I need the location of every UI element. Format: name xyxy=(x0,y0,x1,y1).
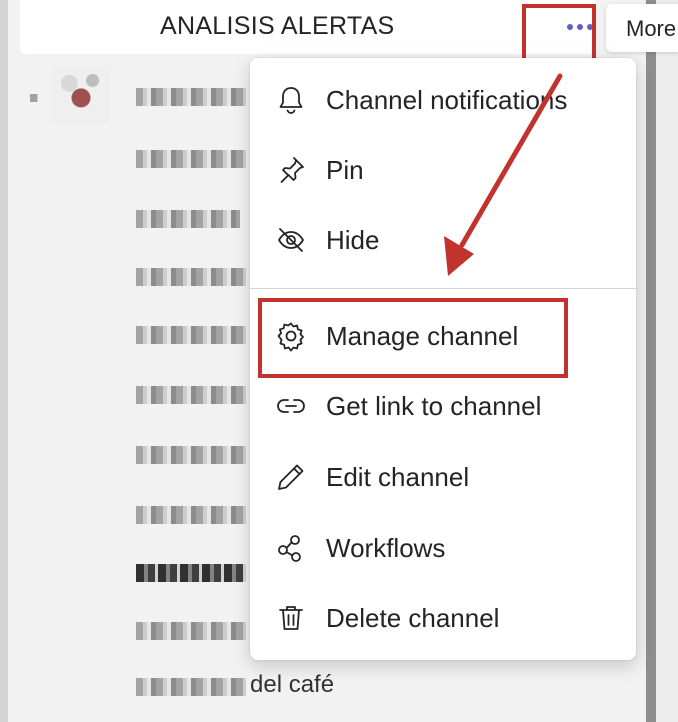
pin-icon xyxy=(274,153,308,187)
blurred-list-item[interactable] xyxy=(136,210,240,228)
blurred-list-item[interactable] xyxy=(136,150,246,168)
menu-item-label: Hide xyxy=(326,224,380,255)
menu-divider xyxy=(250,288,636,289)
channel-title[interactable]: ANALISIS ALERTAS xyxy=(160,12,395,41)
menu-item-label: Get link to channel xyxy=(326,390,542,421)
blurred-list-item[interactable] xyxy=(136,326,246,344)
eye-off-icon xyxy=(274,223,308,257)
menu-item-edit-channel[interactable]: Edit channel xyxy=(250,447,636,507)
menu-item-delete-channel[interactable]: Delete channel xyxy=(250,588,636,648)
trash-icon xyxy=(274,601,308,635)
blurred-list-item[interactable] xyxy=(136,88,246,106)
menu-item-workflows[interactable]: Workflows xyxy=(250,518,636,578)
blurred-list-item[interactable] xyxy=(136,622,246,640)
pane-divider[interactable] xyxy=(646,0,656,722)
menu-item-label: Channel notifications xyxy=(326,84,568,115)
menu-item-get-link[interactable]: Get link to channel xyxy=(250,376,636,436)
blurred-list-item-unread[interactable] xyxy=(136,564,246,582)
blurred-text xyxy=(30,94,38,102)
menu-item-label: Edit channel xyxy=(326,461,470,492)
blurred-list-item[interactable] xyxy=(136,506,246,524)
annotation-highlight-manage-channel xyxy=(258,298,568,378)
list-item-partial-text: del café xyxy=(250,671,335,698)
more-tooltip: More xyxy=(606,4,678,52)
link-icon xyxy=(274,389,308,423)
menu-item-hide[interactable]: Hide xyxy=(250,210,636,270)
menu-item-pin[interactable]: Pin xyxy=(250,140,636,200)
left-rail xyxy=(0,0,8,722)
bell-icon xyxy=(274,83,308,117)
menu-item-label: Delete channel xyxy=(326,602,500,633)
workflows-icon xyxy=(274,531,308,565)
menu-item-label: Workflows xyxy=(326,532,446,563)
channel-header: ANALISIS ALERTAS xyxy=(20,0,596,54)
blurred-list-item[interactable] xyxy=(136,678,246,696)
blurred-list-item[interactable] xyxy=(136,446,246,464)
blurred-list-item[interactable] xyxy=(136,268,246,286)
menu-item-channel-notifications[interactable]: Channel notifications xyxy=(250,70,636,130)
tooltip-label: More xyxy=(626,16,677,41)
menu-item-label: Pin xyxy=(326,154,364,185)
pencil-icon xyxy=(274,460,308,494)
blurred-list-item[interactable] xyxy=(136,386,246,404)
avatar[interactable] xyxy=(52,66,110,124)
right-pane-edge xyxy=(656,0,678,722)
